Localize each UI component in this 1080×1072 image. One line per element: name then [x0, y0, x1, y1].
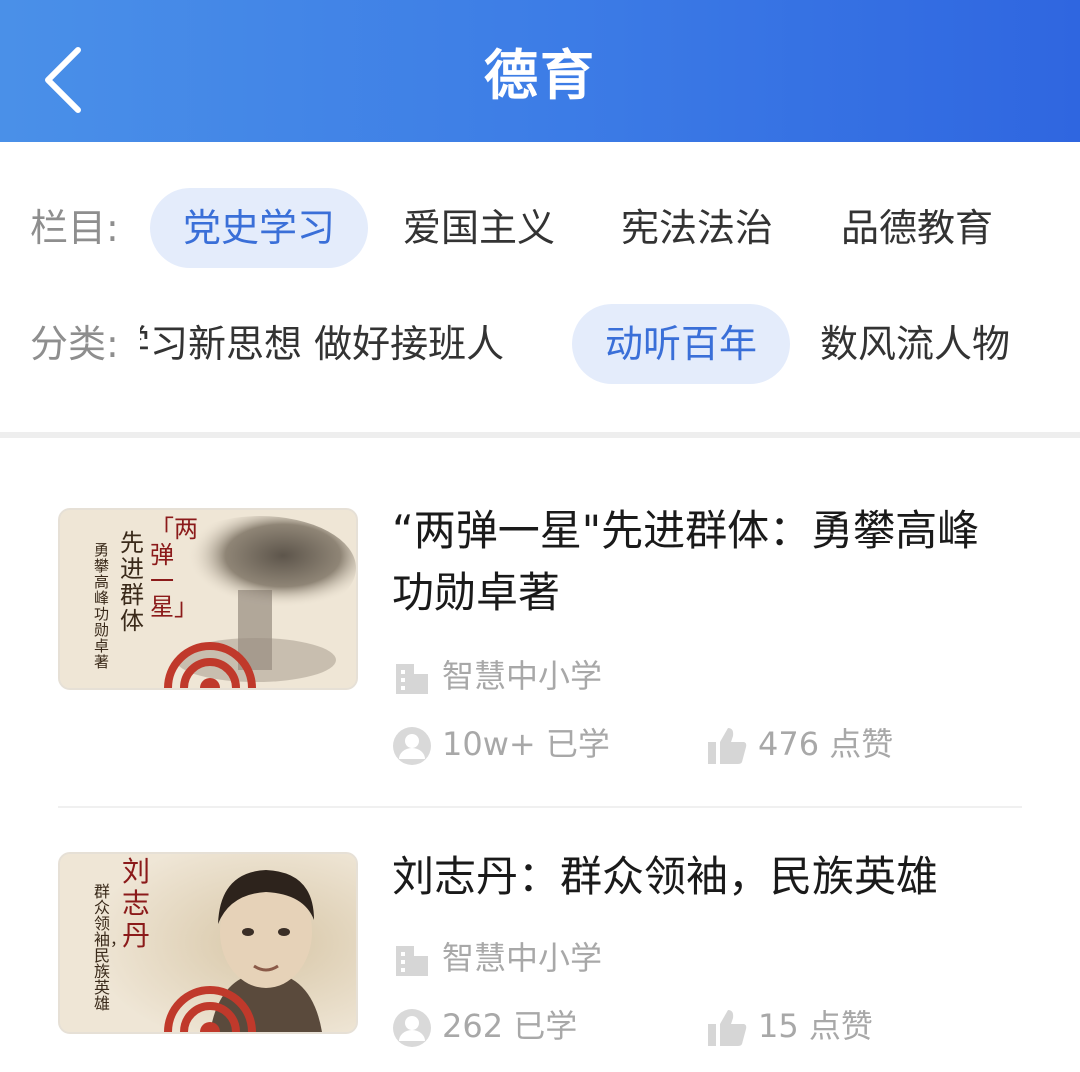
category-filter: 分类: 学习新思想 做好接班人 动听百年 数风流人物	[0, 304, 1080, 384]
item-thumbnail: 刘志丹 群众领袖，民族英雄	[58, 852, 358, 1034]
thumbnail-motto: 勇攀高峰 功勋卓著	[94, 541, 110, 671]
section-divider	[0, 432, 1080, 438]
item-learners: 262 已学	[392, 1004, 577, 1048]
user-icon	[393, 1009, 431, 1047]
item-learners-text: 262 已学	[442, 1007, 578, 1045]
item-thumbnail: 「两弹一星」 先进群体 勇攀高峰 功勋卓著	[58, 508, 358, 690]
item-source-text: 智慧中小学	[442, 939, 603, 977]
item-source: 智慧中小学	[392, 936, 602, 980]
column-chip-party-history[interactable]: 党史学习	[150, 188, 368, 268]
list-item[interactable]: 刘志丹 群众领袖，民族英雄 刘志丹：群众领袖，民族英雄 智慧中小学 262 已学…	[0, 836, 1080, 1072]
item-title[interactable]: 刘志丹：群众领袖，民族英雄	[392, 846, 1032, 908]
item-source-text: 智慧中小学	[442, 657, 603, 695]
thumbnail-heading: 刘志丹	[122, 855, 151, 952]
building-icon	[396, 946, 428, 976]
item-learners-text: 10w+ 已学	[442, 725, 610, 763]
category-scroll-area[interactable]: 学习新思想 做好接班人 动听百年 数风流人物	[140, 304, 1080, 384]
building-icon	[396, 664, 428, 694]
user-icon	[393, 727, 431, 765]
item-likes[interactable]: 476 点赞	[706, 722, 893, 766]
thumbnail-subtitle: 先进群体	[120, 529, 144, 635]
list-divider	[58, 806, 1022, 808]
thumbs-up-icon[interactable]	[706, 726, 748, 766]
item-likes[interactable]: 15 点赞	[706, 1004, 873, 1048]
thumbs-up-icon[interactable]	[706, 1008, 748, 1048]
column-chip-constitution-law[interactable]: 宪法法治	[602, 188, 792, 268]
list-item[interactable]: 「两弹一星」 先进群体 勇攀高峰 功勋卓著 “两弹一星"先进群体：勇攀高峰 功勋…	[0, 490, 1080, 790]
category-chip-new-thought[interactable]: 学习新思想 做好接班人	[140, 304, 552, 384]
column-filter-label: 栏目:	[30, 206, 119, 250]
item-learners: 10w+ 已学	[392, 722, 610, 766]
item-likes-text: 476 点赞	[758, 725, 894, 763]
item-likes-text: 15 点赞	[758, 1007, 873, 1045]
item-source: 智慧中小学	[392, 654, 602, 698]
category-chip-heroes[interactable]: 数风流人物	[820, 304, 1060, 384]
thumbnail-heading: 「两弹一星」	[150, 515, 198, 621]
page-title: 德育	[484, 44, 596, 107]
category-chip-hundred-years[interactable]: 动听百年	[572, 304, 790, 384]
thumbnail-motto: 群众领袖，民族英雄	[94, 882, 127, 1013]
column-chip-moral-education[interactable]: 品德教育	[822, 188, 1012, 268]
category-filter-label: 分类:	[30, 322, 119, 366]
column-filter: 栏目: 党史学习 爱国主义 宪法法治 品德教育	[0, 188, 1080, 268]
top-bar: 德育	[0, 0, 1080, 142]
item-title[interactable]: “两弹一星"先进群体：勇攀高峰 功勋卓著	[392, 500, 1032, 624]
column-chip-patriotism[interactable]: 爱国主义	[384, 188, 574, 268]
